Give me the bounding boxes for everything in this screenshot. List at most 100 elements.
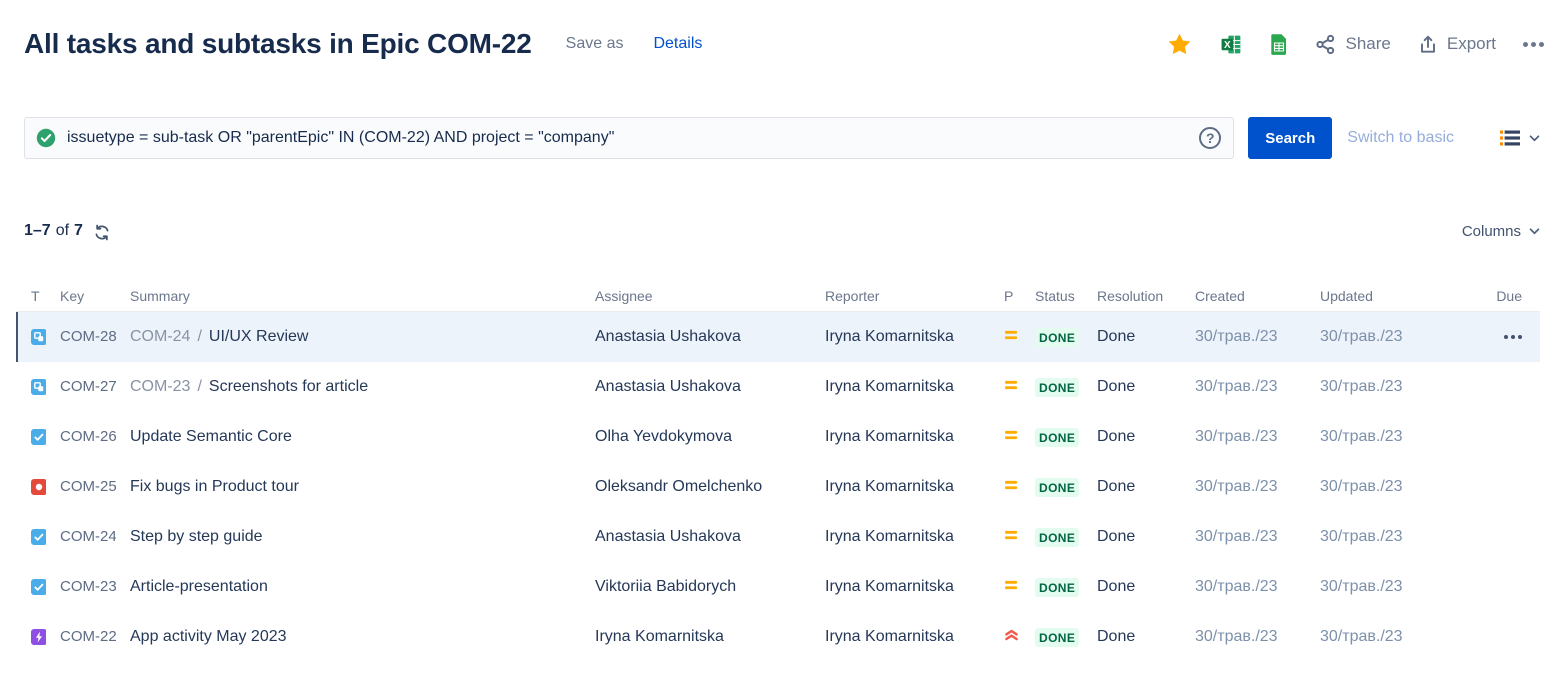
epic-icon: [31, 632, 46, 645]
created-date: 30/трав./23: [1181, 578, 1306, 596]
results-total: 7: [74, 222, 83, 239]
issue-summary-link[interactable]: Article-presentation: [130, 578, 268, 595]
table-row[interactable]: COM-26 Update Semantic Core Olha Yevdokymo…: [16, 412, 1540, 462]
created-date: 30/трав./23: [1181, 328, 1306, 346]
col-header-summary[interactable]: Summary: [116, 288, 581, 304]
table-row[interactable]: COM-24 Step by step guide Anastasia Ushako…: [16, 512, 1540, 562]
col-header-created[interactable]: Created: [1181, 288, 1306, 304]
filter-header: All tasks and subtasks in Epic COM-22 Sa…: [24, 0, 1544, 60]
created-date: 30/трав./23: [1181, 628, 1306, 646]
assignee-link[interactable]: Anastasia Ushakova: [595, 328, 741, 345]
col-header-resolution[interactable]: Resolution: [1083, 288, 1181, 304]
col-header-p[interactable]: P: [991, 288, 1021, 304]
assignee-link[interactable]: Olha Yevdokymova: [595, 428, 732, 445]
switch-to-basic-link[interactable]: Switch to basic: [1347, 129, 1454, 147]
refresh-icon[interactable]: [93, 224, 111, 241]
jql-search-input[interactable]: [24, 117, 1234, 159]
table-row[interactable]: COM-25 Fix bugs in Product tour Oleksandr …: [16, 462, 1540, 512]
col-header-key[interactable]: Key: [46, 288, 116, 304]
status-badge: DONE: [1035, 378, 1079, 397]
columns-dropdown[interactable]: Columns: [1462, 223, 1540, 240]
save-as-button[interactable]: Save as: [566, 35, 624, 53]
jql-search-bar: ? Search Switch to basic: [24, 117, 1544, 159]
resolution-value: Done: [1097, 328, 1135, 345]
assignee-link[interactable]: Iryna Komarnitska: [595, 628, 724, 645]
issue-summary-link[interactable]: Step by step guide: [130, 528, 263, 545]
issue-key-link[interactable]: COM-24: [60, 528, 116, 545]
issue-summary-link[interactable]: App activity May 2023: [130, 628, 287, 645]
share-icon: [1315, 34, 1336, 55]
issue-key-link[interactable]: COM-26: [60, 428, 116, 445]
excel-export-icon[interactable]: X: [1220, 33, 1243, 56]
priority-medium-icon: [1004, 429, 1019, 446]
details-link[interactable]: Details: [653, 35, 702, 53]
col-header-assignee[interactable]: Assignee: [581, 288, 811, 304]
jql-valid-check-icon: [36, 128, 56, 148]
more-actions-button[interactable]: [1523, 38, 1544, 51]
parent-issue-link[interactable]: COM-24: [130, 328, 190, 345]
chevron-down-icon: [1529, 228, 1540, 235]
priority-highest-icon: [1004, 629, 1019, 646]
updated-date: 30/трав./23: [1306, 628, 1428, 646]
issue-summary-link[interactable]: UI/UX Review: [209, 328, 309, 345]
jira-search-page: All tasks and subtasks in Epic COM-22 Sa…: [0, 0, 1568, 662]
status-badge: DONE: [1035, 328, 1079, 347]
search-button[interactable]: Search: [1248, 117, 1332, 159]
table-row[interactable]: COM-23 Article-presentation Viktoriia Babi…: [16, 562, 1540, 612]
assignee-link[interactable]: Viktoriia Babidorych: [595, 578, 736, 595]
parent-issue-link[interactable]: COM-23: [130, 378, 190, 395]
assignee-link[interactable]: Oleksandr Omelchenko: [595, 478, 762, 495]
resolution-value: Done: [1097, 478, 1135, 495]
reporter-link[interactable]: Iryna Komarnitska: [825, 528, 954, 545]
reporter-link[interactable]: Iryna Komarnitska: [825, 378, 954, 395]
google-sheets-export-icon[interactable]: [1270, 33, 1288, 56]
col-header-reporter[interactable]: Reporter: [811, 288, 991, 304]
updated-date: 30/трав./23: [1306, 378, 1428, 396]
col-header-status[interactable]: Status: [1021, 288, 1083, 304]
reporter-link[interactable]: Iryna Komarnitska: [825, 328, 954, 345]
share-button[interactable]: Share: [1315, 34, 1390, 55]
export-label: Export: [1447, 34, 1496, 54]
col-header-updated[interactable]: Updated: [1306, 288, 1428, 304]
columns-label: Columns: [1462, 223, 1521, 240]
resolution-value: Done: [1097, 428, 1135, 445]
reporter-link[interactable]: Iryna Komarnitska: [825, 428, 954, 445]
list-view-icon: [1500, 130, 1521, 146]
issue-key-link[interactable]: COM-28: [60, 328, 116, 345]
summary-separator: /: [197, 378, 201, 395]
favorite-star-icon[interactable]: [1166, 31, 1193, 58]
created-date: 30/трав./23: [1181, 428, 1306, 446]
col-header-t[interactable]: T: [16, 288, 46, 304]
export-button[interactable]: Export: [1418, 34, 1496, 55]
table-row[interactable]: COM-22 App activity May 2023 Iryna Komarni…: [16, 612, 1540, 662]
task-icon: [31, 582, 46, 595]
row-actions-menu[interactable]: [1504, 335, 1522, 339]
updated-date: 30/трав./23: [1306, 328, 1428, 346]
issue-key-link[interactable]: COM-27: [60, 378, 116, 395]
resolution-value: Done: [1097, 378, 1135, 395]
reporter-link[interactable]: Iryna Komarnitska: [825, 578, 954, 595]
svg-text:X: X: [1224, 40, 1231, 51]
issue-summary-link[interactable]: Screenshots for article: [209, 378, 368, 395]
export-icon: [1418, 34, 1438, 55]
reporter-link[interactable]: Iryna Komarnitska: [825, 628, 954, 645]
share-label: Share: [1345, 34, 1390, 54]
priority-medium-icon: [1004, 529, 1019, 546]
issue-key-link[interactable]: COM-23: [60, 578, 116, 595]
issue-summary-link[interactable]: Fix bugs in Product tour: [130, 478, 299, 495]
table-row[interactable]: COM-27 COM-23 / Screenshots for article Anas…: [16, 362, 1540, 412]
view-switcher-dropdown[interactable]: [1500, 130, 1540, 146]
issue-key-link[interactable]: COM-22: [60, 628, 116, 645]
assignee-link[interactable]: Anastasia Ushakova: [595, 378, 741, 395]
priority-medium-icon: [1004, 579, 1019, 596]
jql-input-wrapper: ?: [24, 117, 1234, 159]
status-badge: DONE: [1035, 428, 1079, 447]
issue-key-link[interactable]: COM-25: [60, 478, 116, 495]
created-date: 30/трав./23: [1181, 378, 1306, 396]
col-header-due[interactable]: Due: [1428, 288, 1540, 304]
table-row[interactable]: COM-28COM-24/UI/UX ReviewAnastasia Ushak…: [16, 312, 1540, 362]
assignee-link[interactable]: Anastasia Ushakova: [595, 528, 741, 545]
table-header-row: TKeySummaryAssigneeReporterPStatusResolu…: [16, 280, 1540, 312]
issue-summary-link[interactable]: Update Semantic Core: [130, 428, 292, 445]
reporter-link[interactable]: Iryna Komarnitska: [825, 478, 954, 495]
